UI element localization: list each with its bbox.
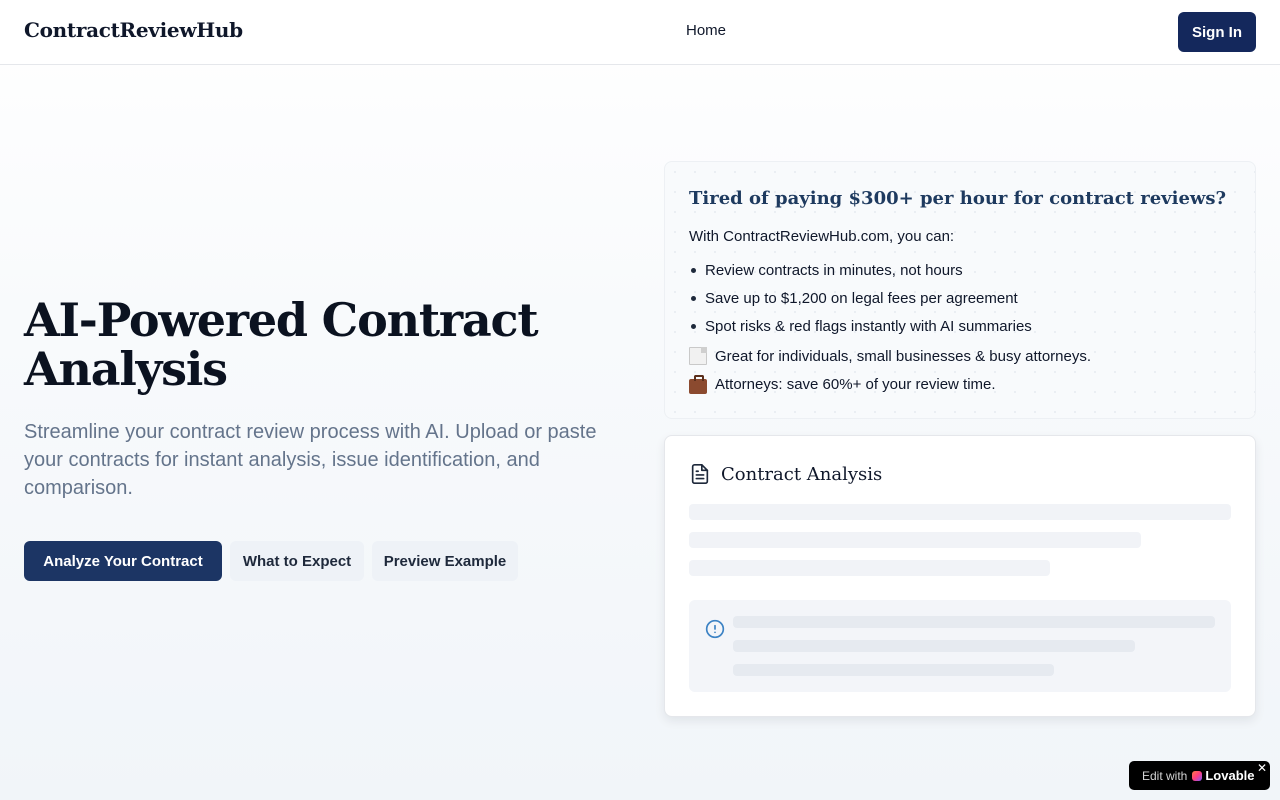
list-item: Spot risks & red flags instantly with AI… <box>689 312 1032 340</box>
skeleton-line <box>689 532 1141 548</box>
analysis-title: Contract Analysis <box>721 463 883 485</box>
benefit-list: Review contracts in minutes, not hours S… <box>689 256 1032 340</box>
list-item: Review contracts in minutes, not hours <box>689 256 1032 284</box>
briefcase-icon <box>689 374 707 394</box>
analysis-alert-placeholder <box>689 600 1231 692</box>
skeleton-line <box>689 560 1050 576</box>
analyze-contract-button[interactable]: Analyze Your Contract <box>24 541 222 581</box>
brand-logo[interactable]: ContractReviewHub <box>24 18 243 42</box>
audience-text: Great for individuals, small businesses … <box>715 347 1092 365</box>
document-icon <box>689 347 707 365</box>
list-item: Save up to $1,200 on legal fees per agre… <box>689 284 1032 312</box>
skeleton-line <box>733 640 1135 652</box>
audience-row: Great for individuals, small businesses … <box>689 342 1091 370</box>
audience-notes: Great for individuals, small businesses … <box>689 342 1091 398</box>
nav-link-home[interactable]: Home <box>686 22 726 39</box>
top-navbar: ContractReviewHub Home Sign In <box>0 0 1280 65</box>
pitch-intro: With ContractReviewHub.com, you can: <box>689 228 955 245</box>
analysis-header: Contract Analysis <box>689 462 882 486</box>
audience-row: Attorneys: save 60%+ of your review time… <box>689 370 1091 398</box>
skeleton-line <box>733 616 1215 628</box>
close-icon[interactable]: ✕ <box>1257 762 1267 774</box>
preview-example-button[interactable]: Preview Example <box>372 541 518 581</box>
alert-circle-icon <box>705 619 725 639</box>
bullet-icon <box>691 295 696 301</box>
lovable-heart-icon <box>1192 770 1203 781</box>
file-text-icon <box>691 464 709 484</box>
contract-analysis-card: Contract Analysis <box>664 435 1256 717</box>
skeleton-line <box>733 664 1054 676</box>
skeleton-line <box>689 504 1231 520</box>
value-proposition-card: Tired of paying $300+ per hour for contr… <box>664 161 1256 419</box>
badge-edit-label: Edit with <box>1142 768 1188 783</box>
edit-with-lovable-badge[interactable]: Edit with Lovable ✕ <box>1129 761 1270 790</box>
pitch-title: Tired of paying $300+ per hour for contr… <box>689 188 1227 209</box>
bullet-icon <box>691 323 696 329</box>
bullet-icon <box>691 267 696 273</box>
hero-subtitle: Streamline your contract review process … <box>24 421 597 499</box>
benefit-text: Save up to $1,200 on legal fees per agre… <box>705 289 1018 307</box>
audience-text: Attorneys: save 60%+ of your review time… <box>715 375 996 393</box>
badge-brand: Lovable <box>1205 768 1255 783</box>
hero-title: AI-Powered Contract Analysis <box>24 293 539 396</box>
benefit-text: Review contracts in minutes, not hours <box>705 261 963 279</box>
sign-in-button[interactable]: Sign In <box>1178 12 1256 52</box>
benefit-text: Spot risks & red flags instantly with AI… <box>705 317 1032 335</box>
what-to-expect-button[interactable]: What to Expect <box>230 541 364 581</box>
